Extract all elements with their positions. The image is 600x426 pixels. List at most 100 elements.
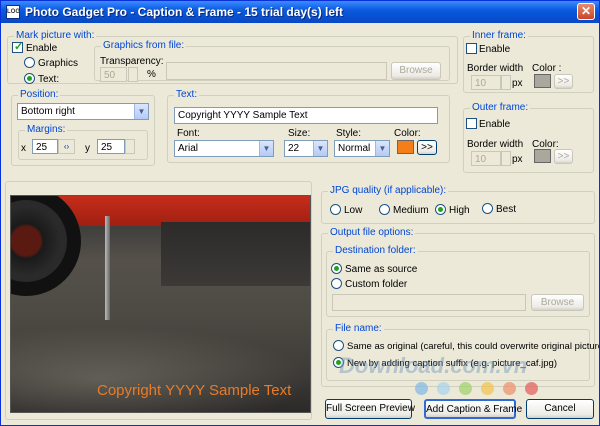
size-select-value: 22	[288, 143, 300, 154]
font-label: Font:	[177, 128, 200, 139]
outer-border-spinner[interactable]	[501, 151, 511, 166]
quality-medium-radio[interactable]	[379, 204, 390, 215]
outer-frame-enable-label: Enable	[479, 119, 511, 130]
watermark-dot	[459, 382, 472, 395]
margin-x-label: x	[21, 143, 26, 154]
text-radio-label: Text:	[38, 74, 60, 85]
quality-high-radio[interactable]	[435, 204, 446, 215]
window-title: Photo Gadget Pro - Caption & Frame - 15 …	[25, 5, 344, 19]
inner-border-width-input[interactable]: 10	[471, 75, 501, 90]
outer-frame-label: Outer frame:	[470, 102, 531, 113]
preview-wheel	[11, 196, 81, 296]
position-select-value: Bottom right	[21, 106, 75, 117]
quality-medium-label: Medium	[393, 205, 429, 216]
close-button[interactable]: ✕	[577, 3, 595, 20]
chevron-down-icon: ▼	[134, 104, 148, 119]
same-as-source-label: Same as source	[345, 264, 418, 275]
chevron-down-icon: ▼	[259, 141, 273, 156]
download-watermark: Download.com.vn	[339, 353, 528, 378]
style-select-value: Normal	[338, 143, 371, 154]
graphics-radio[interactable]	[24, 57, 35, 68]
inner-color-more-button[interactable]: >>	[554, 74, 573, 89]
main-window: LOG Photo Gadget Pro - Caption & Frame -…	[0, 0, 600, 426]
transparency-spinner[interactable]	[128, 67, 138, 82]
margin-y-input[interactable]: 25	[97, 139, 125, 154]
transparency-input[interactable]: 50	[100, 67, 127, 82]
outer-color-more-button[interactable]: >>	[554, 149, 573, 164]
jpg-quality-label: JPG quality (if applicable):	[328, 185, 449, 196]
inner-frame-label: Inner frame:	[470, 30, 528, 41]
inner-color-swatch[interactable]	[534, 74, 551, 88]
preview-pole	[105, 216, 110, 320]
enable-mark-label: Enable	[26, 43, 58, 54]
quality-best-label: Best	[496, 204, 517, 215]
same-as-source-radio[interactable]	[331, 263, 342, 274]
watermark-dot	[437, 382, 450, 395]
cancel-button[interactable]: Cancel	[526, 399, 594, 419]
graphics-from-file-label: Graphics from file:	[101, 40, 187, 51]
add-caption-frame-button[interactable]: Add Caption & Frame	[424, 399, 522, 419]
mark-picture-label: Mark picture with:	[14, 30, 97, 41]
custom-folder-input[interactable]	[332, 294, 526, 311]
font-select-value: Arial	[178, 143, 199, 154]
outer-color-swatch[interactable]	[534, 149, 551, 163]
inner-border-width-label: Border width	[467, 63, 524, 74]
output-options-label: Output file options:	[328, 227, 416, 238]
same-as-original-label: Same as original (careful, this could ov…	[347, 341, 600, 352]
outer-border-width-input[interactable]: 10	[471, 151, 501, 166]
watermark-dot	[503, 382, 516, 395]
quality-low-label: Low	[344, 205, 363, 216]
outer-border-width-label: Border width	[467, 139, 524, 150]
font-select[interactable]: Arial ▼	[174, 140, 274, 157]
app-logo-icon: LOG	[6, 5, 20, 19]
inner-border-spinner[interactable]	[501, 75, 511, 90]
watermark-dot	[481, 382, 494, 395]
transparency-label: Transparency:	[100, 56, 164, 67]
caption-text-input[interactable]: Copyright YYYY Sample Text	[174, 107, 438, 124]
text-group-label: Text:	[174, 89, 200, 100]
text-color-more-button[interactable]: >>	[417, 140, 437, 155]
quality-high-label: High	[449, 205, 470, 216]
position-select[interactable]: Bottom right ▼	[17, 103, 149, 120]
watermark-dot	[525, 382, 538, 395]
preview-glare	[11, 326, 310, 412]
percent-label: %	[147, 69, 156, 80]
inner-frame-enable-checkbox[interactable]	[466, 43, 477, 54]
inner-px-label: px	[512, 78, 523, 89]
outer-frame-enable-checkbox[interactable]	[466, 118, 477, 129]
text-radio[interactable]	[24, 73, 35, 84]
quality-best-radio[interactable]	[482, 203, 493, 214]
destination-folder-label: Destination folder:	[333, 245, 418, 256]
custom-folder-label: Custom folder	[345, 279, 408, 290]
margin-y-label: y	[85, 143, 90, 154]
text-color-swatch[interactable]	[397, 140, 414, 154]
inner-color-label: Color :	[532, 63, 562, 74]
graphics-radio-label: Graphics	[38, 58, 79, 69]
position-label: Position:	[18, 89, 61, 100]
custom-folder-radio[interactable]	[331, 278, 342, 289]
chevron-down-icon: ▼	[313, 141, 327, 156]
size-select[interactable]: 22 ▼	[284, 140, 328, 157]
style-select[interactable]: Normal ▼	[334, 140, 390, 157]
full-screen-preview-button[interactable]: Full Screen Preview	[325, 399, 415, 419]
preview-shadow	[161, 222, 310, 286]
text-color-label: Color:	[394, 128, 421, 139]
margins-label: Margins:	[25, 124, 68, 135]
chevron-down-icon: ▼	[375, 141, 389, 156]
margin-x-input[interactable]: 25	[32, 139, 58, 154]
file-name-label: File name:	[333, 323, 384, 334]
quality-low-radio[interactable]	[330, 204, 341, 215]
preview-image: Copyright YYYY Sample Text	[10, 195, 311, 413]
enable-mark-checkbox[interactable]	[12, 40, 23, 53]
outer-px-label: px	[512, 154, 523, 165]
graphics-file-path-input[interactable]	[166, 62, 387, 80]
inner-frame-enable-label: Enable	[479, 44, 511, 55]
graphics-browse-button[interactable]: Browse	[391, 62, 441, 80]
same-as-original-radio[interactable]	[333, 340, 344, 351]
title-bar[interactable]: LOG Photo Gadget Pro - Caption & Frame -…	[1, 1, 599, 23]
margin-y-spinner[interactable]	[125, 139, 135, 154]
style-label: Style:	[336, 128, 362, 139]
margin-x-spinner[interactable]: ‹›	[58, 139, 75, 154]
size-label: Size:	[288, 128, 311, 139]
folder-browse-button[interactable]: Browse	[531, 294, 584, 311]
